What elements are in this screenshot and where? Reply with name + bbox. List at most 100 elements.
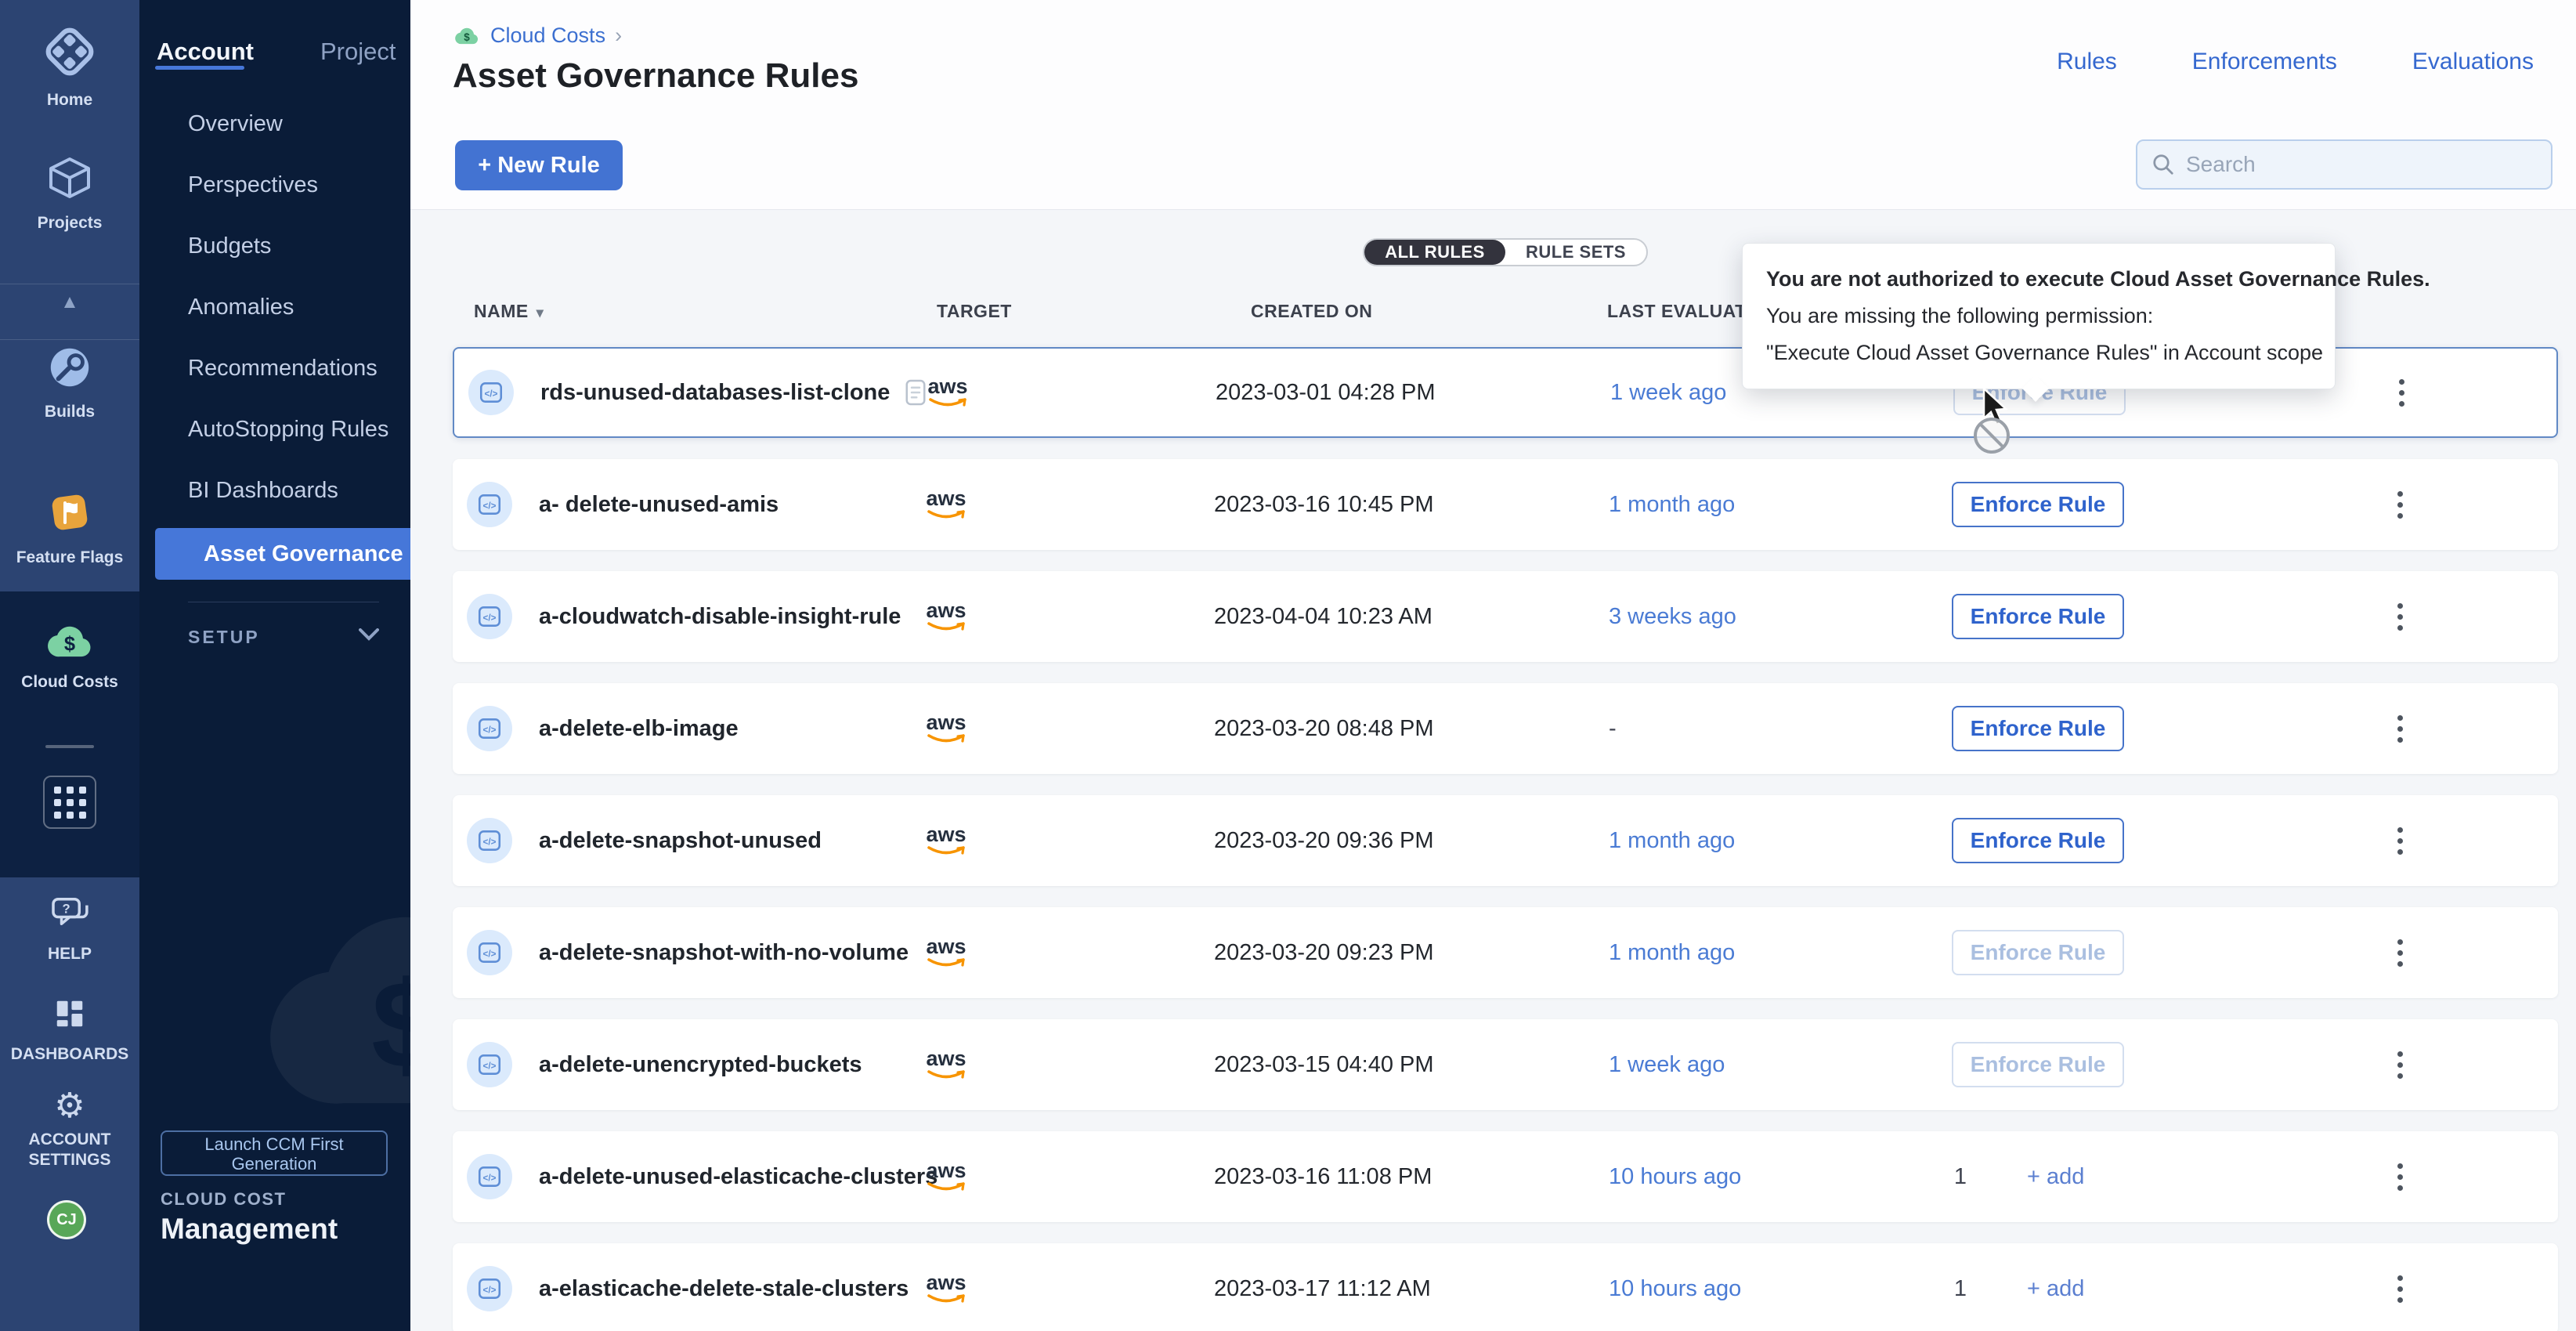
- rail-label-projects: Projects: [0, 213, 139, 233]
- created-on-value: 2023-04-04 10:23 AM: [1214, 571, 1433, 662]
- last-evaluated-value[interactable]: 1 month ago: [1609, 459, 1735, 550]
- column-header-target[interactable]: TARGET: [937, 301, 1012, 322]
- last-evaluated-value[interactable]: 10 hours ago: [1609, 1243, 1741, 1331]
- rule-glyph: </>: [476, 1275, 503, 1302]
- enforce-rule-button[interactable]: Enforce Rule: [1952, 930, 2124, 975]
- module-rail: Home Projects ▲ Builds: [0, 0, 139, 1331]
- sidebar-item-bi-dashboards[interactable]: BI Dashboards: [139, 465, 410, 516]
- rail-resize-handle[interactable]: [45, 745, 94, 748]
- enforce-rule-button[interactable]: Enforce Rule: [1952, 1042, 2124, 1087]
- aws-logo-icon: aws: [923, 374, 973, 411]
- rule-name: a-delete-snapshot-unused: [539, 795, 822, 886]
- table-row[interactable]: </> a- delete-unused-amis aws 2023-03-16…: [453, 459, 2558, 550]
- search-input[interactable]: [2186, 152, 2537, 177]
- created-on-value: 2023-03-20 09:36 PM: [1214, 795, 1434, 886]
- enforce-rule-button[interactable]: Enforce Rule: [1952, 818, 2124, 863]
- last-evaluated-value: -: [1609, 683, 1617, 774]
- tab-account[interactable]: Account: [157, 38, 254, 66]
- sidebar-item-budgets[interactable]: Budgets: [139, 220, 410, 272]
- launch-ccm-first-gen-button[interactable]: Launch CCM First Generation: [161, 1130, 388, 1176]
- cloud-costs-icon: $: [43, 621, 96, 662]
- rail-item-account-settings[interactable]: ⚙ ACCOUNT SETTINGS: [0, 1089, 139, 1170]
- sidebar-item-autostopping-rules[interactable]: AutoStopping Rules: [139, 403, 410, 455]
- rail-item-cloud-costs[interactable]: $ Cloud Costs: [0, 621, 139, 693]
- column-header-created[interactable]: CREATED ON: [1251, 301, 1372, 322]
- kebab-menu-icon[interactable]: [2383, 929, 2417, 976]
- kebab-menu-icon[interactable]: [2383, 1041, 2417, 1088]
- rail-item-feature-flags[interactable]: Feature Flags: [0, 487, 139, 568]
- module-selector-button[interactable]: [43, 776, 96, 829]
- kebab-menu-icon[interactable]: [2384, 369, 2419, 416]
- sidebar-item-asset-governance[interactable]: Asset Governance: [155, 528, 410, 580]
- projects-cube-icon: [45, 153, 95, 203]
- tab-project[interactable]: Project: [320, 38, 396, 66]
- kebab-menu-icon[interactable]: [2383, 1265, 2417, 1312]
- toggle-rule-sets[interactable]: RULE SETS: [1505, 240, 1646, 265]
- svg-text:$: $: [464, 31, 470, 43]
- table-row[interactable]: </> a-delete-unused-elasticache-clusters…: [453, 1131, 2558, 1222]
- sidebar-item-overview[interactable]: Overview: [139, 98, 410, 150]
- last-evaluated-value[interactable]: 3 weeks ago: [1609, 571, 1736, 662]
- add-enforcement-link[interactable]: + add: [2027, 1243, 2084, 1331]
- table-row[interactable]: </> a-delete-elb-image aws 2023-03-20 08…: [453, 683, 2558, 774]
- nav-link-evaluations[interactable]: Evaluations: [2412, 49, 2534, 75]
- breadcrumb-cloud-costs-link[interactable]: Cloud Costs: [490, 24, 605, 48]
- svg-text:aws: aws: [926, 1159, 966, 1182]
- created-on-value: 2023-03-20 09:23 PM: [1214, 907, 1434, 998]
- target-aws-logo: aws: [921, 1131, 971, 1222]
- rule-name: a-delete-unencrypted-buckets: [539, 1019, 862, 1110]
- last-evaluated-value[interactable]: 1 month ago: [1609, 795, 1735, 886]
- home-harness-icon: [42, 24, 98, 80]
- sidebar-item-recommendations[interactable]: Recommendations: [139, 342, 410, 394]
- rule-glyph: </>: [476, 827, 503, 854]
- svg-text:</>: </>: [483, 949, 497, 959]
- page-title: Asset Governance Rules: [453, 56, 858, 96]
- column-header-name[interactable]: NAME▾: [474, 301, 544, 322]
- enforce-rule-button[interactable]: Enforce Rule: [1952, 482, 2124, 527]
- nav-link-enforcements[interactable]: Enforcements: [2192, 49, 2337, 75]
- kebab-menu-icon[interactable]: [2383, 593, 2417, 640]
- sidebar-watermark-cloud-icon: $: [241, 846, 410, 1175]
- grid-icon: [54, 787, 86, 819]
- kebab-menu-icon[interactable]: [2383, 481, 2417, 528]
- nav-link-rules[interactable]: Rules: [2057, 49, 2117, 75]
- rail-item-builds[interactable]: Builds: [0, 343, 139, 422]
- table-row[interactable]: </> a-elasticache-delete-stale-clusters …: [453, 1243, 2558, 1331]
- last-evaluated-value[interactable]: 1 month ago: [1609, 907, 1735, 998]
- last-evaluated-value[interactable]: 1 week ago: [1610, 349, 1726, 436]
- last-evaluated-value[interactable]: 1 week ago: [1609, 1019, 1725, 1110]
- rule-glyph: </>: [476, 1163, 503, 1190]
- user-avatar[interactable]: CJ: [47, 1200, 86, 1239]
- sidebar-item-anomalies[interactable]: Anomalies: [139, 281, 410, 333]
- toggle-all-rules[interactable]: ALL RULES: [1364, 240, 1505, 265]
- created-on-value: 2023-03-01 04:28 PM: [1216, 349, 1436, 436]
- sidebar-setup-toggle[interactable]: SETUP: [188, 627, 379, 648]
- table-row[interactable]: </> a-delete-snapshot-with-no-volume aws…: [453, 907, 2558, 998]
- scope-tabs: Account Project: [157, 38, 399, 66]
- table-row[interactable]: </> a-cloudwatch-disable-insight-rule aw…: [453, 571, 2558, 662]
- enforce-rule-button[interactable]: Enforce Rule: [1952, 594, 2124, 639]
- rail-collapse-arrow-icon[interactable]: ▲: [0, 291, 139, 313]
- add-enforcement-link[interactable]: + add: [2027, 1131, 2084, 1222]
- rule-glyph: </>: [476, 715, 503, 742]
- rail-label-cloud-costs: Cloud Costs: [0, 672, 139, 693]
- enforce-rule-button[interactable]: Enforce Rule: [1952, 706, 2124, 751]
- last-evaluated-value[interactable]: 10 hours ago: [1609, 1131, 1741, 1222]
- table-row[interactable]: </> a-delete-snapshot-unused aws 2023-03…: [453, 795, 2558, 886]
- sidebar-item-perspectives[interactable]: Perspectives: [139, 159, 410, 211]
- table-row[interactable]: </> a-delete-unencrypted-buckets aws 202…: [453, 1019, 2558, 1110]
- kebab-menu-icon[interactable]: [2383, 1153, 2417, 1200]
- permission-tooltip: You are not authorized to execute Cloud …: [1742, 243, 2336, 389]
- setup-label: SETUP: [188, 627, 260, 647]
- rail-item-help[interactable]: ? HELP: [0, 895, 139, 964]
- kebab-menu-icon[interactable]: [2383, 705, 2417, 752]
- rail-item-projects[interactable]: Projects: [0, 153, 139, 233]
- rule-name: a- delete-unused-amis: [539, 459, 779, 550]
- kebab-menu-icon[interactable]: [2383, 817, 2417, 864]
- rail-item-dashboards[interactable]: DASHBOARDS: [0, 993, 139, 1065]
- new-rule-button[interactable]: + New Rule: [455, 140, 623, 190]
- svg-text:aws: aws: [926, 711, 966, 734]
- active-tab-underline: [155, 66, 244, 70]
- rail-item-home[interactable]: Home: [0, 24, 139, 110]
- created-on-value: 2023-03-16 10:45 PM: [1214, 459, 1434, 550]
